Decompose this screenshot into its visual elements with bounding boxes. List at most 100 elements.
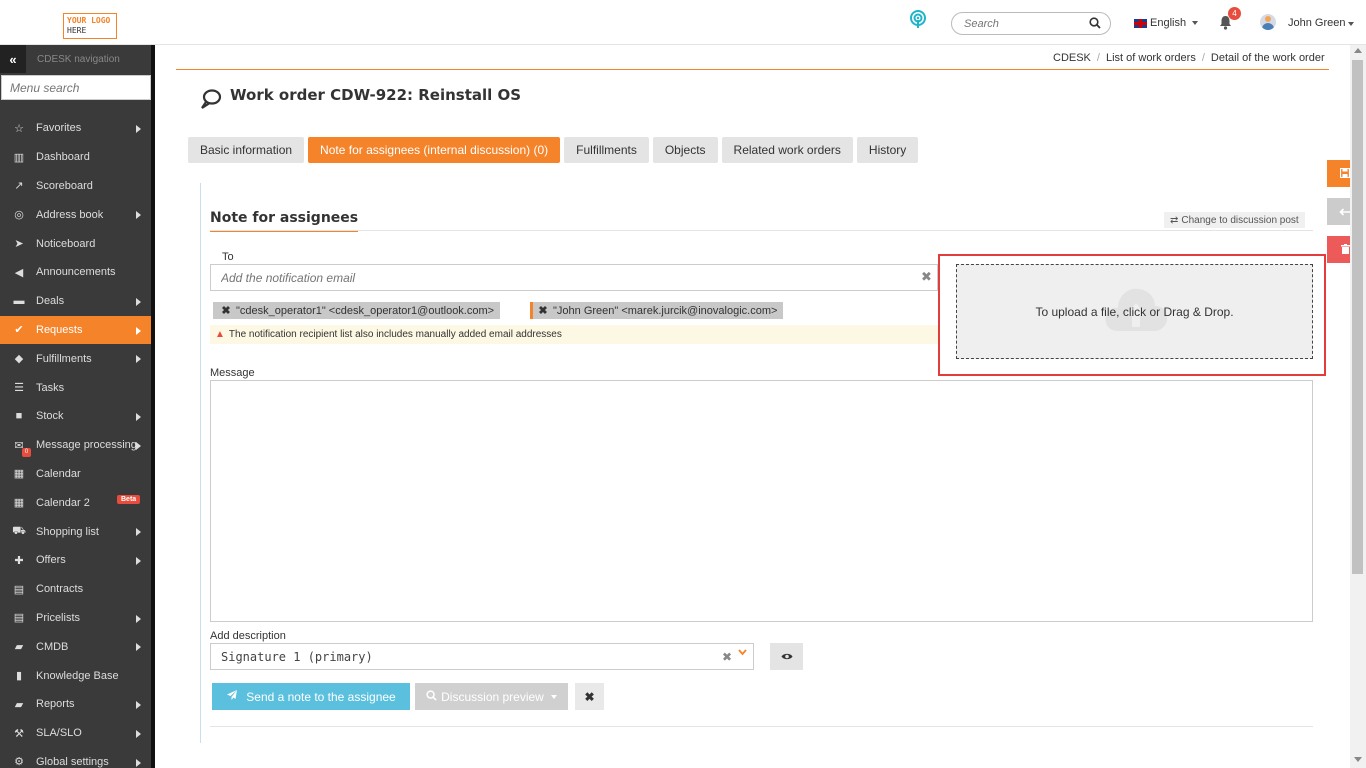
- tab-fulfillments[interactable]: Fulfillments: [564, 137, 649, 163]
- global-search-input[interactable]: [964, 16, 1084, 32]
- chevron-right-icon: [136, 729, 141, 738]
- podcast-icon[interactable]: [908, 10, 928, 30]
- chevron-right-icon: [136, 125, 141, 133]
- clear-email-icon[interactable]: ✖: [921, 269, 932, 285]
- remove-recipient-icon[interactable]: ✖: [216, 304, 236, 317]
- sidebar-item-label: Fulfillments: [36, 352, 92, 365]
- sidebar-item-label: Offers: [36, 554, 66, 567]
- sidebar-item-label: Pricelists: [36, 611, 81, 624]
- sidebar-item-label: CMDB: [36, 640, 69, 653]
- breadcrumb-link-work-orders[interactable]: List of work orders: [1106, 52, 1196, 64]
- section-title: Note for assignees: [210, 210, 359, 232]
- recipient-tag: ✖ "John Green" <marek.jurcik@inovalogic.…: [530, 302, 784, 319]
- avatar[interactable]: [1260, 14, 1276, 30]
- scroll-down-arrow[interactable]: [1354, 757, 1362, 762]
- chevron-down-icon[interactable]: [738, 648, 747, 659]
- search-icon[interactable]: [1089, 17, 1101, 32]
- tab-objects[interactable]: Objects: [652, 137, 718, 163]
- global-search[interactable]: [951, 12, 1111, 35]
- tab-history[interactable]: History: [856, 137, 919, 163]
- logo[interactable]: YOUR LOGO HERE: [63, 13, 117, 39]
- warning-icon: ▲: [215, 329, 225, 340]
- sidebar-item-label: Calendar 2: [36, 496, 90, 509]
- user-name: John Green: [1288, 17, 1346, 29]
- menu-search-input[interactable]: [1, 75, 151, 100]
- sidebar-item-label: Knowledge Base: [36, 669, 119, 682]
- sidebar-item-favorites[interactable]: ☆ Favorites: [0, 114, 151, 143]
- send-note-button[interactable]: Send a note to the assignee: [212, 683, 410, 710]
- message-label: Message: [210, 367, 255, 379]
- sidebar-item-contracts[interactable]: ▤ Contracts: [0, 575, 151, 604]
- sidebar-item-requests[interactable]: ✔ Requests: [0, 315, 151, 345]
- sidebar-item-calendar[interactable]: ▦ Calendar: [0, 460, 151, 489]
- eye-icon: [781, 650, 793, 664]
- sidebar-item-label: Global settings: [36, 755, 109, 768]
- sidebar-item-address-book[interactable]: ◎ Address book: [0, 200, 151, 229]
- sidebar-item-calendar-2[interactable]: ▦ Calendar 2 Beta: [0, 488, 151, 517]
- language-selector[interactable]: English: [1134, 17, 1199, 29]
- collapse-sidebar-button[interactable]: «: [0, 45, 26, 73]
- sidebar-item-sla-slo[interactable]: ⚒ SLA/SLO: [0, 719, 151, 748]
- divider: [210, 230, 1313, 231]
- chevron-down-icon: [550, 694, 557, 699]
- sidebar-item-shopping-list[interactable]: ⛟ Shopping list: [0, 517, 151, 546]
- sidebar-item-label: Deals: [36, 295, 65, 308]
- discussion-preview-button[interactable]: Discussion preview: [415, 683, 568, 710]
- chevron-right-icon: [136, 326, 141, 335]
- logo-line-1: YOUR LOGO: [67, 16, 111, 25]
- recipient-tag: ✖ "cdesk_operator1" <cdesk_operator1@out…: [213, 302, 501, 319]
- sidebar-item-tasks[interactable]: ☰ Tasks: [0, 373, 151, 402]
- tab-bar: Basic information Note for assignees (in…: [188, 137, 919, 163]
- sidebar-item-deals[interactable]: ▬ Deals: [0, 287, 151, 316]
- sidebar-item-pricelists[interactable]: ▤ Pricelists: [0, 604, 151, 633]
- tab-related-work-orders[interactable]: Related work orders: [721, 137, 853, 163]
- cancel-button[interactable]: ✖: [575, 683, 604, 710]
- file-upload-dropzone[interactable]: To upload a file, click or Drag & Drop.: [956, 264, 1313, 359]
- divider: [210, 726, 1313, 727]
- breadcrumb-link-cdesk[interactable]: CDESK: [1053, 52, 1091, 64]
- exchange-icon: ⇄: [1170, 214, 1179, 226]
- search-icon: [426, 689, 437, 704]
- gift-icon: ✚: [14, 554, 24, 567]
- scroll-up-arrow[interactable]: [1354, 48, 1362, 53]
- description-select[interactable]: Signature 1 (primary): [210, 643, 754, 670]
- chevron-right-icon: [136, 355, 141, 364]
- sidebar-item-announcements[interactable]: ◀ Announcements: [0, 258, 151, 287]
- book-icon: ▮: [15, 670, 23, 683]
- paper-plane-icon: ➤: [14, 238, 24, 251]
- change-to-discussion-label: Change to discussion post: [1181, 214, 1299, 226]
- check-circle-icon: ✔: [14, 324, 24, 337]
- sidebar-item-scoreboard[interactable]: ↗ Scoreboard: [0, 172, 151, 201]
- tab-note-for-assignees[interactable]: Note for assignees (internal discussion)…: [308, 137, 561, 163]
- sidebar-item-offers[interactable]: ✚ Offers: [0, 546, 151, 575]
- logo-line-2: HERE: [67, 26, 87, 35]
- preview-signature-button[interactable]: [770, 643, 803, 670]
- sidebar-item-label: Shopping list: [36, 525, 99, 538]
- line-chart-icon: ↗: [14, 180, 24, 193]
- sidebar-item-noticeboard[interactable]: ➤ Noticeboard: [0, 229, 151, 258]
- sidebar-item-stock[interactable]: ■ Stock: [0, 402, 151, 431]
- sidebar-item-global-settings[interactable]: ⚙ Global settings: [0, 748, 151, 768]
- sidebar-item-dashboard[interactable]: ▥ Dashboard: [0, 143, 151, 172]
- sidebar-item-fulfillments[interactable]: ◆ Fulfillments: [0, 344, 151, 373]
- clear-description-icon[interactable]: ✖: [722, 650, 732, 664]
- save-icon: [1339, 167, 1351, 181]
- language-label: English: [1150, 17, 1187, 29]
- sidebar-item-reports[interactable]: ▰ Reports: [0, 690, 151, 719]
- remove-recipient-icon[interactable]: ✖: [533, 304, 553, 317]
- tab-basic-information[interactable]: Basic information: [188, 137, 305, 163]
- chevron-right-icon: [136, 441, 141, 450]
- scrollbar-thumb[interactable]: [1352, 60, 1363, 574]
- cogs-icon: ⚙: [14, 756, 24, 768]
- sidebar-item-label: Noticeboard: [36, 237, 96, 250]
- message-textarea[interactable]: [210, 380, 1313, 622]
- sidebar-item-message-processing[interactable]: ✉ Message processing 0: [0, 431, 151, 460]
- notification-email-input[interactable]: [210, 264, 938, 291]
- sidebar-item-cmdb[interactable]: ▰ CMDB: [0, 632, 151, 661]
- user-menu[interactable]: John Green: [1288, 17, 1355, 29]
- sidebar-item-knowledge-base[interactable]: ▮ Knowledge Base: [0, 661, 151, 690]
- change-to-discussion-button[interactable]: ⇄ Change to discussion post: [1164, 212, 1305, 228]
- card-icon: ▬: [13, 295, 25, 308]
- sidebar-item-label: Dashboard: [36, 151, 90, 164]
- chevron-down-icon: [1192, 21, 1199, 25]
